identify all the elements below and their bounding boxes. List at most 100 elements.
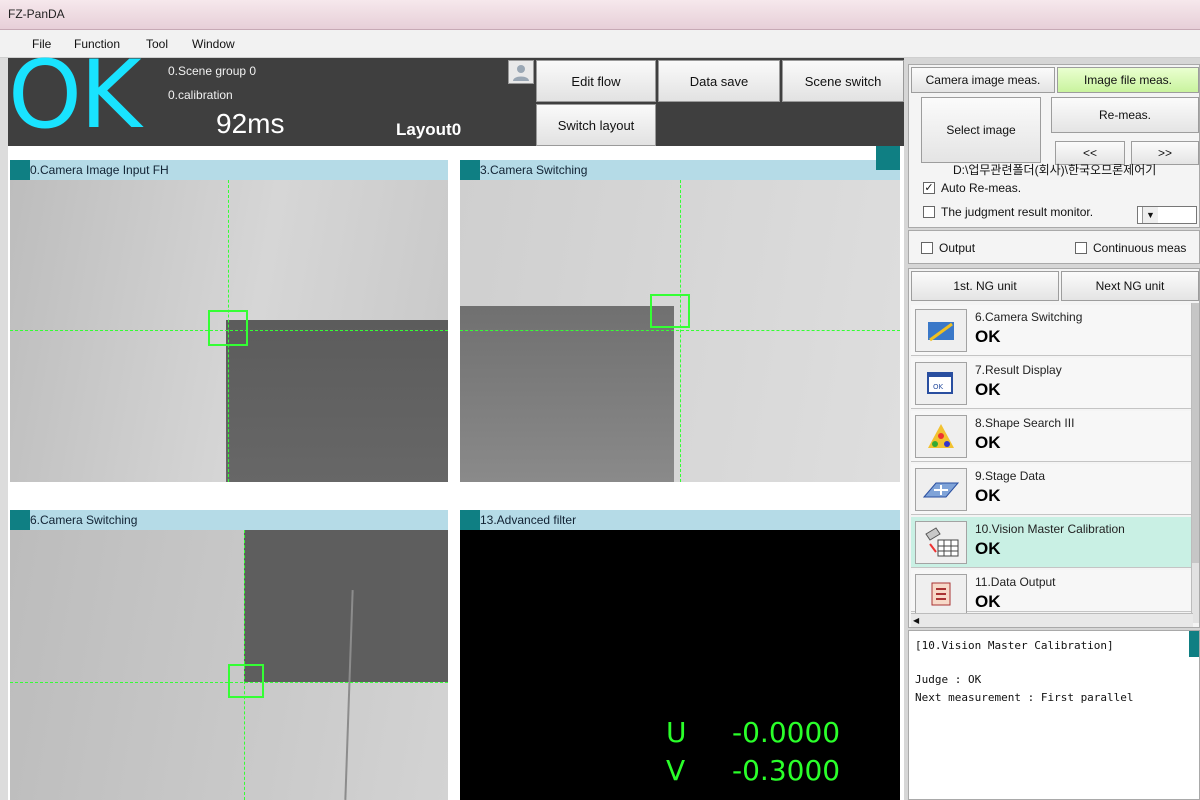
pane-title-text: 6.Camera Switching <box>30 513 138 527</box>
detail-scroll-marker <box>1189 631 1199 657</box>
menu-tool[interactable]: Tool <box>146 37 168 51</box>
camera-image <box>10 530 448 800</box>
readout-u-value: -0.0000 <box>732 716 841 749</box>
readout-v-value: -0.3000 <box>732 754 841 787</box>
pane-marker <box>460 160 480 180</box>
scrollbar-thumb[interactable] <box>1192 303 1199 563</box>
data-save-button[interactable]: Data save <box>658 60 780 102</box>
crosshair-vertical <box>680 180 681 482</box>
readout-v-label: V <box>666 754 686 787</box>
checkbox-unchecked <box>921 242 933 254</box>
filtered-image: U -0.0000 V -0.3000 <box>460 530 900 800</box>
title-bar: FZ-PanDA <box>0 0 1200 30</box>
unit-name: 7.Result Display <box>975 363 1062 377</box>
readout-u-label: U <box>666 716 687 749</box>
detection-box <box>208 310 248 346</box>
measurement-controls: Camera image meas. Image file meas. Sele… <box>908 64 1200 228</box>
workpiece-shadow <box>244 530 448 682</box>
processing-time: 92ms <box>216 108 285 139</box>
camera-image <box>10 180 448 482</box>
image-pane-advanced-filter[interactable]: 13.Advanced filter U -0.0000 V -0.3000 <box>460 510 900 800</box>
status-area: OK 0.Scene group 0 0.calibration 92ms La… <box>8 46 904 146</box>
continuous-meas-checkbox[interactable]: Continuous meas <box>1075 241 1186 255</box>
continuous-meas-label: Continuous meas <box>1093 241 1187 255</box>
unit-row[interactable]: 9.Stage Data OK <box>911 464 1195 515</box>
calibration-icon <box>915 521 967 564</box>
unit-result: OK <box>975 539 1001 558</box>
scroll-left-icon[interactable]: ◀ <box>913 616 919 625</box>
user-button[interactable] <box>508 60 534 84</box>
switch-layout-button[interactable]: Switch layout <box>536 104 656 146</box>
auto-re-meas-checkbox[interactable]: ✓ Auto Re-meas. <box>923 181 1021 195</box>
detection-box <box>650 294 690 328</box>
unit-name: 11.Data Output <box>975 575 1056 589</box>
right-panel: Camera image meas. Image file meas. Sele… <box>904 58 1200 800</box>
image-pane-camera-input[interactable]: 0.Camera Image Input FH <box>10 160 448 482</box>
first-ng-unit-button[interactable]: 1st. NG unit <box>911 271 1059 301</box>
unit-result: OK <box>975 327 1001 346</box>
chevron-down-icon: ▼ <box>1142 207 1158 223</box>
camera-image-meas-tab[interactable]: Camera image meas. <box>911 67 1055 93</box>
user-icon <box>513 65 529 81</box>
judgment-filter-select[interactable]: NG ▼ <box>1137 206 1197 224</box>
pane-marker <box>10 160 30 180</box>
pane-title-text: 0.Camera Image Input FH <box>30 163 169 177</box>
unit-row[interactable]: 8.Shape Search III OK <box>911 411 1195 462</box>
unit-row[interactable]: 11.Data Output OK <box>911 570 1195 614</box>
image-pane-area: 0.Camera Image Input FH 3.Camera Switchi… <box>8 146 904 800</box>
unit-result: OK <box>975 592 1001 610</box>
scene-group-label: 0.Scene group 0 <box>168 64 257 78</box>
unit-name: 9.Stage Data <box>975 469 1046 483</box>
next-ng-unit-button[interactable]: Next NG unit <box>1061 271 1199 301</box>
camera-switching-icon <box>915 309 967 352</box>
svg-text:OK: OK <box>933 383 944 391</box>
overall-judgement: OK <box>8 41 142 150</box>
scene-switch-button[interactable]: Scene switch <box>782 60 904 102</box>
checkbox-unchecked <box>1075 242 1087 254</box>
pane-marker <box>10 510 30 530</box>
workpiece-shadow <box>460 306 674 482</box>
unit-list-horizontal-scrollbar[interactable]: ◀ <box>911 613 1193 627</box>
unit-row[interactable]: 6.Camera Switching OK <box>911 305 1195 356</box>
unit-result: OK <box>975 433 1001 452</box>
checkbox-checked: ✓ <box>923 182 935 194</box>
select-image-button[interactable]: Select image <box>921 97 1041 163</box>
stage-data-icon <box>915 468 967 511</box>
image-pane-camera-switching-3[interactable]: 3.Camera Switching <box>460 160 900 482</box>
calibration-label: 0.calibration <box>168 88 233 102</box>
unit-list-scrollbar[interactable] <box>1191 303 1199 623</box>
unit-row[interactable]: OK 7.Result Display OK <box>911 358 1195 409</box>
unit-result: OK <box>975 486 1001 505</box>
re-meas-button[interactable]: Re-meas. <box>1051 97 1199 133</box>
output-controls: Output Continuous meas <box>908 230 1200 264</box>
output-label: Output <box>939 241 976 255</box>
unit-name: 10.Vision Master Calibration <box>975 522 1125 536</box>
pane-title-text: 13.Advanced filter <box>480 513 577 527</box>
unit-name: 8.Shape Search III <box>975 416 1075 430</box>
detail-result-panel: [10.Vision Master Calibration] Judge : O… <box>908 630 1200 800</box>
workpiece-shadow <box>226 320 448 482</box>
pane-title-text: 3.Camera Switching <box>480 163 588 177</box>
menu-window[interactable]: Window <box>192 37 235 51</box>
judgment-monitor-label: The judgment result monitor. <box>941 205 1094 219</box>
unit-name: 6.Camera Switching <box>975 310 1083 324</box>
detail-next-measurement: Next measurement : First parallel <box>915 691 1134 704</box>
edit-flow-button[interactable]: Edit flow <box>536 60 656 102</box>
menu-bar: File Function Tool Window <box>0 30 1200 58</box>
pane-corner-marker <box>876 146 900 170</box>
pane-title: 3.Camera Switching <box>460 160 900 180</box>
checkbox-unchecked <box>923 206 935 218</box>
layout-name: Layout0 <box>396 120 462 139</box>
image-pane-camera-switching-6[interactable]: 6.Camera Switching <box>10 510 448 800</box>
auto-re-meas-label: Auto Re-meas. <box>941 181 1022 195</box>
image-path: D:\업무관련폴더(회사)\한국오므론제어기 <box>953 163 1157 177</box>
output-checkbox[interactable]: Output <box>921 241 975 255</box>
unit-list-panel: 1st. NG unit Next NG unit 6.Camera Switc… <box>908 268 1200 628</box>
window-title: FZ-PanDA <box>8 7 65 21</box>
result-display-icon: OK <box>915 362 967 405</box>
unit-row-selected[interactable]: 10.Vision Master Calibration OK <box>911 517 1195 568</box>
judgment-monitor-checkbox[interactable]: The judgment result monitor. <box>923 205 1093 219</box>
camera-image <box>460 180 900 482</box>
detection-box <box>228 664 264 698</box>
image-file-meas-tab[interactable]: Image file meas. <box>1057 67 1199 93</box>
